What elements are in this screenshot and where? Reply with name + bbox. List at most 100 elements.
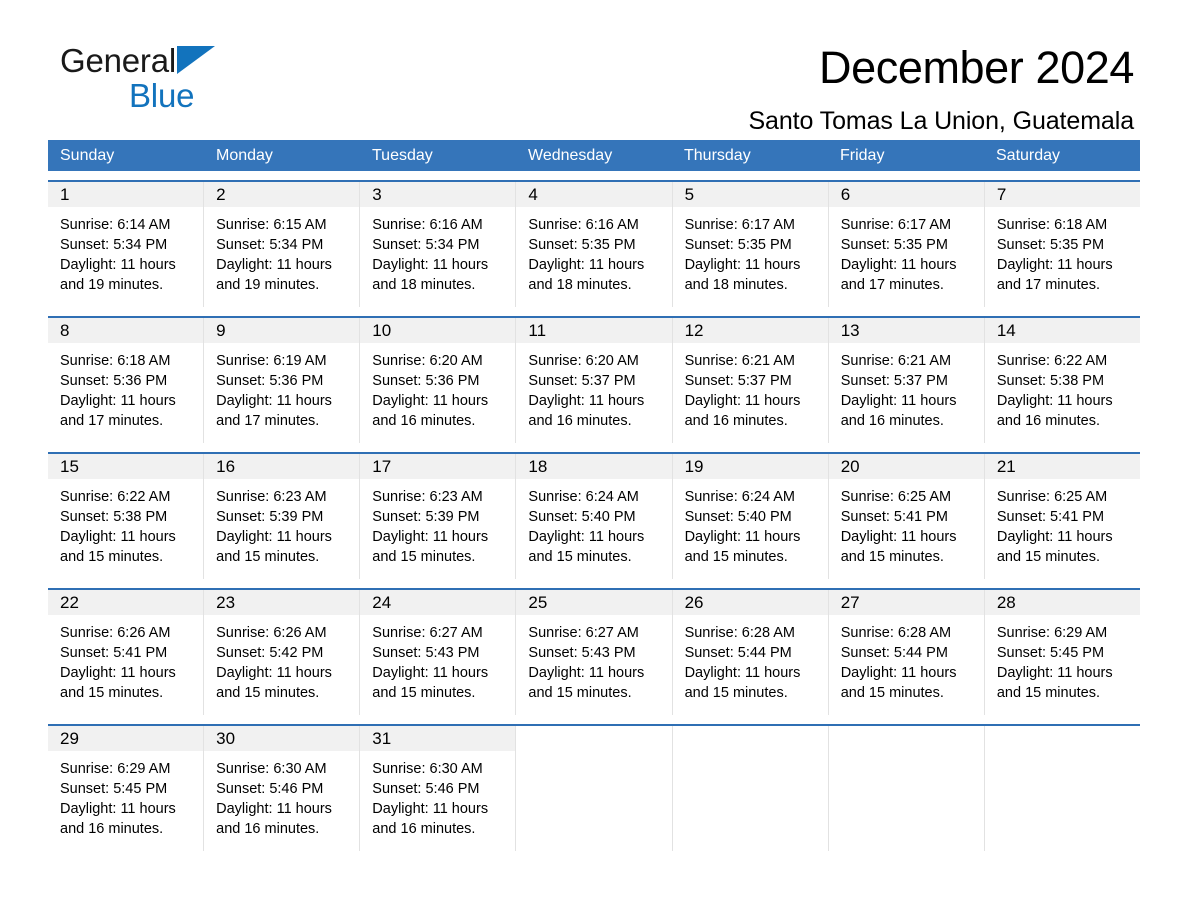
sunrise-text: Sunrise: 6:25 AM	[996, 489, 1108, 505]
day-cell[interactable]: 23 Sunrise: 6:26 AM Sunset: 5:42 PM Dayl…	[204, 590, 361, 715]
daylight-text-line2: and 19 minutes.	[216, 277, 320, 293]
sunrise-text: Sunrise: 6:29 AM	[60, 761, 171, 777]
day-cell[interactable]: 9 Sunrise: 6:19 AM Sunset: 5:36 PM Dayli…	[204, 318, 361, 443]
day-cell[interactable]: 10 Sunrise: 6:20 AM Sunset: 5:36 PM Dayl…	[360, 318, 517, 443]
day-cell[interactable]: 20 Sunrise: 6:25 AM Sunset: 5:41 PM Dayl…	[828, 454, 985, 579]
sunrise-text: Sunrise: 6:26 AM	[60, 625, 171, 641]
day-cell[interactable]: 29 Sunrise: 6:29 AM Sunset: 5:45 PM Dayl…	[48, 726, 205, 851]
day-number-band: 22	[48, 590, 204, 615]
daylight-text-line2: and 15 minutes.	[372, 685, 476, 701]
day-cell[interactable]: 2 Sunrise: 6:15 AM Sunset: 5:34 PM Dayli…	[204, 182, 361, 307]
day-number-band: 30	[204, 726, 360, 751]
sunrise-text: Sunrise: 6:23 AM	[216, 489, 327, 505]
day-number-band: 25	[516, 590, 672, 615]
day-number: 6	[840, 185, 851, 204]
sunrise-text: Sunrise: 6:17 AM	[840, 217, 952, 233]
weekday-header-saturday: Saturday	[996, 147, 1061, 164]
day-details: Sunrise: 6:30 AM Sunset: 5:46 PM Dayligh…	[360, 751, 515, 839]
day-number: 24	[372, 593, 392, 612]
daylight-text-line2: and 16 minutes.	[684, 413, 788, 429]
day-cell[interactable]: 12 Sunrise: 6:21 AM Sunset: 5:37 PM Dayl…	[672, 318, 829, 443]
day-cell[interactable]: 14 Sunrise: 6:22 AM Sunset: 5:38 PM Dayl…	[984, 318, 1140, 443]
daylight-text-line1: Daylight: 11 hours	[996, 529, 1113, 545]
daylight-text-line2: and 15 minutes.	[840, 549, 944, 565]
sunset-text: Sunset: 5:35 PM	[528, 237, 636, 253]
day-details: Sunrise: 6:25 AM Sunset: 5:41 PM Dayligh…	[985, 479, 1140, 567]
day-details: Sunrise: 6:26 AM Sunset: 5:41 PM Dayligh…	[48, 615, 203, 703]
sunset-text: Sunset: 5:38 PM	[60, 509, 168, 525]
day-cell[interactable]: 17 Sunrise: 6:23 AM Sunset: 5:39 PM Dayl…	[360, 454, 517, 579]
day-cell[interactable]: 25 Sunrise: 6:27 AM Sunset: 5:43 PM Dayl…	[516, 590, 673, 715]
day-number-band: 15	[48, 454, 204, 479]
day-cell[interactable]: 15 Sunrise: 6:22 AM Sunset: 5:38 PM Dayl…	[48, 454, 205, 579]
day-number: 20	[840, 457, 860, 476]
sunset-text: Sunset: 5:46 PM	[216, 781, 324, 797]
day-number-band: 13	[828, 318, 984, 343]
weekday-header-tuesday: Tuesday	[372, 147, 433, 164]
sunset-text: Sunset: 5:35 PM	[996, 237, 1105, 253]
page-subtitle: Santo Tomas La Union, Guatemala	[748, 107, 1134, 135]
generalblue-logo[interactable]: General Blue	[60, 44, 320, 124]
day-cell[interactable]: 7 Sunrise: 6:18 AM Sunset: 5:35 PM Dayli…	[984, 182, 1140, 307]
daylight-text-line1: Daylight: 11 hours	[60, 665, 176, 681]
day-cell[interactable]: 1 Sunrise: 6:14 AM Sunset: 5:34 PM Dayli…	[48, 182, 205, 307]
day-cell[interactable]: 19 Sunrise: 6:24 AM Sunset: 5:40 PM Dayl…	[672, 454, 829, 579]
day-cell[interactable]: 18 Sunrise: 6:24 AM Sunset: 5:40 PM Dayl…	[516, 454, 673, 579]
sunset-text: Sunset: 5:43 PM	[528, 645, 636, 661]
day-cell-empty	[673, 726, 829, 851]
sunrise-text: Sunrise: 6:27 AM	[372, 625, 483, 641]
sunset-text: Sunset: 5:37 PM	[684, 373, 792, 389]
day-number: 12	[684, 321, 704, 340]
daylight-text-line2: and 18 minutes.	[528, 277, 632, 293]
day-cell[interactable]: 26 Sunrise: 6:28 AM Sunset: 5:44 PM Dayl…	[672, 590, 829, 715]
logo-text-row1: General	[60, 44, 320, 78]
day-number-band: 21	[984, 454, 1140, 479]
day-number: 14	[996, 321, 1016, 340]
sunrise-text: Sunrise: 6:24 AM	[684, 489, 795, 505]
day-cell[interactable]: 6 Sunrise: 6:17 AM Sunset: 5:35 PM Dayli…	[828, 182, 985, 307]
day-cell[interactable]: 16 Sunrise: 6:23 AM Sunset: 5:39 PM Dayl…	[204, 454, 361, 579]
daylight-text-line2: and 16 minutes.	[840, 413, 944, 429]
day-cell[interactable]: 22 Sunrise: 6:26 AM Sunset: 5:41 PM Dayl…	[48, 590, 205, 715]
day-cell[interactable]: 4 Sunrise: 6:16 AM Sunset: 5:35 PM Dayli…	[516, 182, 673, 307]
day-details: Sunrise: 6:17 AM Sunset: 5:35 PM Dayligh…	[829, 207, 984, 295]
day-cell[interactable]: 31 Sunrise: 6:30 AM Sunset: 5:46 PM Dayl…	[360, 726, 517, 851]
day-details: Sunrise: 6:21 AM Sunset: 5:37 PM Dayligh…	[673, 343, 828, 431]
daylight-text-line1: Daylight: 11 hours	[216, 801, 332, 817]
day-cell[interactable]: 13 Sunrise: 6:21 AM Sunset: 5:37 PM Dayl…	[828, 318, 985, 443]
sunrise-text: Sunrise: 6:30 AM	[372, 761, 483, 777]
sunset-text: Sunset: 5:36 PM	[216, 373, 324, 389]
day-cell[interactable]: 28 Sunrise: 6:29 AM Sunset: 5:45 PM Dayl…	[984, 590, 1140, 715]
day-details: Sunrise: 6:29 AM Sunset: 5:45 PM Dayligh…	[985, 615, 1140, 703]
sunrise-text: Sunrise: 6:22 AM	[996, 353, 1108, 369]
daylight-text-line1: Daylight: 11 hours	[216, 393, 332, 409]
day-number-band: 12	[672, 318, 828, 343]
day-cell[interactable]: 5 Sunrise: 6:17 AM Sunset: 5:35 PM Dayli…	[672, 182, 829, 307]
sunset-text: Sunset: 5:45 PM	[996, 645, 1105, 661]
day-cell[interactable]: 24 Sunrise: 6:27 AM Sunset: 5:43 PM Dayl…	[360, 590, 517, 715]
day-number-band: 4	[516, 182, 672, 207]
day-details: Sunrise: 6:20 AM Sunset: 5:36 PM Dayligh…	[360, 343, 515, 431]
day-cell[interactable]: 27 Sunrise: 6:28 AM Sunset: 5:44 PM Dayl…	[828, 590, 985, 715]
sunset-text: Sunset: 5:35 PM	[684, 237, 792, 253]
daylight-text-line1: Daylight: 11 hours	[60, 801, 176, 817]
day-number: 8	[60, 321, 70, 340]
sunset-text: Sunset: 5:37 PM	[840, 373, 948, 389]
day-cell[interactable]: 30 Sunrise: 6:30 AM Sunset: 5:46 PM Dayl…	[204, 726, 361, 851]
daylight-text-line1: Daylight: 11 hours	[996, 665, 1113, 681]
day-cell[interactable]: 21 Sunrise: 6:25 AM Sunset: 5:41 PM Dayl…	[984, 454, 1140, 579]
daylight-text-line2: and 15 minutes.	[216, 549, 320, 565]
day-cell[interactable]: 11 Sunrise: 6:20 AM Sunset: 5:37 PM Dayl…	[516, 318, 673, 443]
day-cell-empty	[516, 726, 673, 851]
daylight-text-line2: and 16 minutes.	[372, 821, 476, 837]
weekday-header-sunday: Sunday	[60, 147, 115, 164]
day-number: 3	[372, 185, 382, 204]
daylight-text-line1: Daylight: 11 hours	[684, 529, 801, 545]
daylight-text-line1: Daylight: 11 hours	[684, 393, 801, 409]
sunset-text: Sunset: 5:41 PM	[60, 645, 168, 661]
daylight-text-line1: Daylight: 11 hours	[528, 665, 645, 681]
sunrise-text: Sunrise: 6:27 AM	[528, 625, 639, 641]
day-number-band: 2	[204, 182, 360, 207]
day-cell[interactable]: 8 Sunrise: 6:18 AM Sunset: 5:36 PM Dayli…	[48, 318, 205, 443]
day-cell[interactable]: 3 Sunrise: 6:16 AM Sunset: 5:34 PM Dayli…	[360, 182, 517, 307]
